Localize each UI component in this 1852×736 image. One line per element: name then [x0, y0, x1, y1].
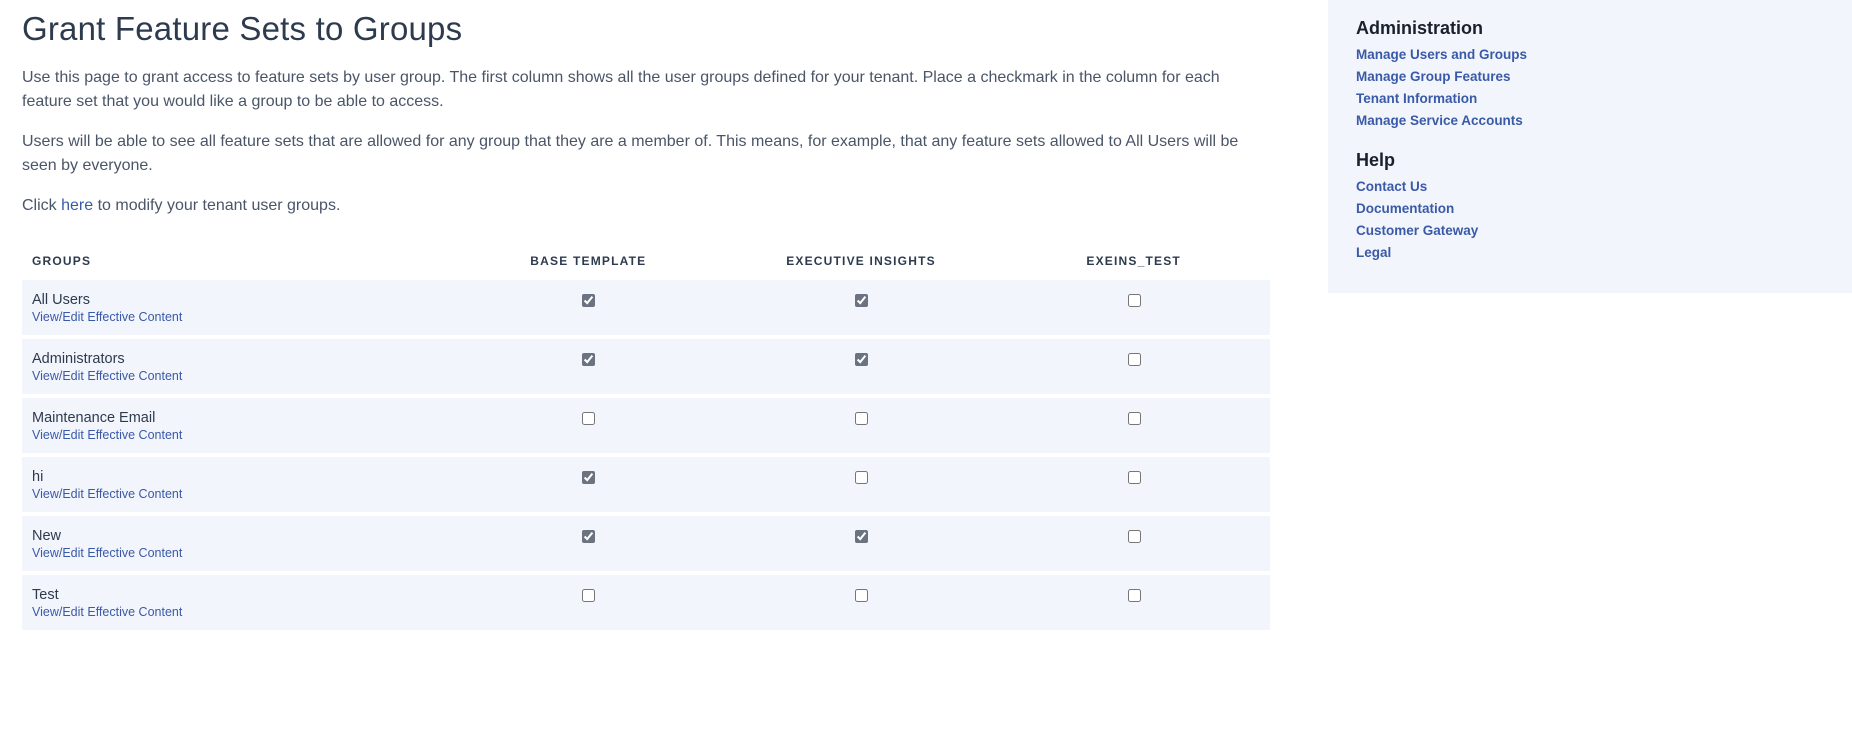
feature-set-cell	[725, 587, 998, 607]
sidebar: Administration Manage Users and Groups Ma…	[1328, 0, 1852, 293]
table-row: New View/Edit Effective Content	[22, 516, 1270, 571]
feature-set-cell	[997, 528, 1270, 548]
feature-set-cell	[725, 351, 998, 371]
view-edit-link[interactable]: View/Edit Effective Content	[32, 369, 452, 383]
feature-set-checkbox[interactable]	[1128, 589, 1141, 602]
table-row: Administrators View/Edit Effective Conten…	[22, 339, 1270, 394]
header-feature-set: BASE TEMPLATE	[452, 254, 725, 268]
sidebar-link[interactable]: Tenant Information	[1356, 91, 1824, 106]
group-name: Maintenance Email	[32, 410, 452, 426]
page-description-1: Use this page to grant access to feature…	[22, 66, 1252, 114]
view-edit-link[interactable]: View/Edit Effective Content	[32, 310, 452, 324]
feature-set-cell	[997, 587, 1270, 607]
page-title: Grant Feature Sets to Groups	[22, 10, 1288, 48]
group-cell: Administrators View/Edit Effective Conten…	[22, 351, 452, 383]
feature-set-cell	[725, 292, 998, 312]
feature-set-checkbox[interactable]	[582, 589, 595, 602]
feature-set-checkbox[interactable]	[855, 589, 868, 602]
feature-set-checkbox[interactable]	[582, 353, 595, 366]
feature-set-cell	[725, 528, 998, 548]
main-content: Grant Feature Sets to Groups Use this pa…	[0, 0, 1328, 674]
feature-set-checkbox[interactable]	[855, 530, 868, 543]
feature-set-checkbox[interactable]	[855, 471, 868, 484]
desc3-prefix: Click	[22, 197, 61, 214]
feature-set-cell	[452, 292, 725, 312]
desc3-suffix: to modify your tenant user groups.	[93, 197, 340, 214]
header-groups: GROUPS	[22, 254, 452, 268]
group-cell: hi View/Edit Effective Content	[22, 469, 452, 501]
feature-set-checkbox[interactable]	[1128, 412, 1141, 425]
feature-set-checkbox[interactable]	[582, 471, 595, 484]
group-name: Administrators	[32, 351, 452, 367]
feature-set-checkbox[interactable]	[1128, 294, 1141, 307]
table-row: Maintenance Email View/Edit Effective Con…	[22, 398, 1270, 453]
view-edit-link[interactable]: View/Edit Effective Content	[32, 487, 452, 501]
feature-set-cell	[725, 410, 998, 430]
sidebar-link[interactable]: Contact Us	[1356, 179, 1824, 194]
table-row: All Users View/Edit Effective Content	[22, 280, 1270, 335]
view-edit-link[interactable]: View/Edit Effective Content	[32, 546, 452, 560]
sidebar-link[interactable]: Manage Service Accounts	[1356, 113, 1824, 128]
sidebar-link[interactable]: Manage Users and Groups	[1356, 47, 1824, 62]
feature-set-checkbox[interactable]	[1128, 353, 1141, 366]
sidebar-link[interactable]: Legal	[1356, 245, 1824, 260]
view-edit-link[interactable]: View/Edit Effective Content	[32, 428, 452, 442]
feature-set-checkbox[interactable]	[855, 353, 868, 366]
feature-set-cell	[452, 587, 725, 607]
page-description-2: Users will be able to see all feature se…	[22, 130, 1252, 178]
sidebar-link[interactable]: Customer Gateway	[1356, 223, 1824, 238]
sidebar-link[interactable]: Documentation	[1356, 201, 1824, 216]
feature-set-grid: GROUPS BASE TEMPLATE EXECUTIVE INSIGHTS …	[22, 242, 1270, 630]
feature-set-cell	[997, 292, 1270, 312]
modify-groups-link[interactable]: here	[61, 197, 93, 214]
feature-set-cell	[997, 351, 1270, 371]
group-name: Test	[32, 587, 452, 603]
feature-set-cell	[997, 410, 1270, 430]
sidebar-help-heading: Help	[1356, 150, 1824, 171]
feature-set-checkbox[interactable]	[582, 530, 595, 543]
feature-set-checkbox[interactable]	[582, 294, 595, 307]
feature-set-cell	[452, 528, 725, 548]
feature-set-cell	[997, 469, 1270, 489]
grid-header-row: GROUPS BASE TEMPLATE EXECUTIVE INSIGHTS …	[22, 242, 1270, 280]
feature-set-checkbox[interactable]	[1128, 530, 1141, 543]
group-cell: Maintenance Email View/Edit Effective Con…	[22, 410, 452, 442]
group-cell: All Users View/Edit Effective Content	[22, 292, 452, 324]
group-cell: Test View/Edit Effective Content	[22, 587, 452, 619]
feature-set-cell	[725, 469, 998, 489]
header-feature-set: EXEINS_TEST	[997, 254, 1270, 268]
feature-set-cell	[452, 410, 725, 430]
header-feature-set: EXECUTIVE INSIGHTS	[725, 254, 998, 268]
group-name: New	[32, 528, 452, 544]
feature-set-checkbox[interactable]	[582, 412, 595, 425]
feature-set-cell	[452, 351, 725, 371]
table-row: Test View/Edit Effective Content	[22, 575, 1270, 630]
feature-set-cell	[452, 469, 725, 489]
sidebar-admin-heading: Administration	[1356, 18, 1824, 39]
feature-set-checkbox[interactable]	[1128, 471, 1141, 484]
view-edit-link[interactable]: View/Edit Effective Content	[32, 605, 452, 619]
feature-set-checkbox[interactable]	[855, 412, 868, 425]
table-row: hi View/Edit Effective Content	[22, 457, 1270, 512]
group-name: hi	[32, 469, 452, 485]
feature-set-checkbox[interactable]	[855, 294, 868, 307]
page-description-3: Click here to modify your tenant user gr…	[22, 194, 1252, 218]
group-cell: New View/Edit Effective Content	[22, 528, 452, 560]
group-name: All Users	[32, 292, 452, 308]
sidebar-link[interactable]: Manage Group Features	[1356, 69, 1824, 84]
